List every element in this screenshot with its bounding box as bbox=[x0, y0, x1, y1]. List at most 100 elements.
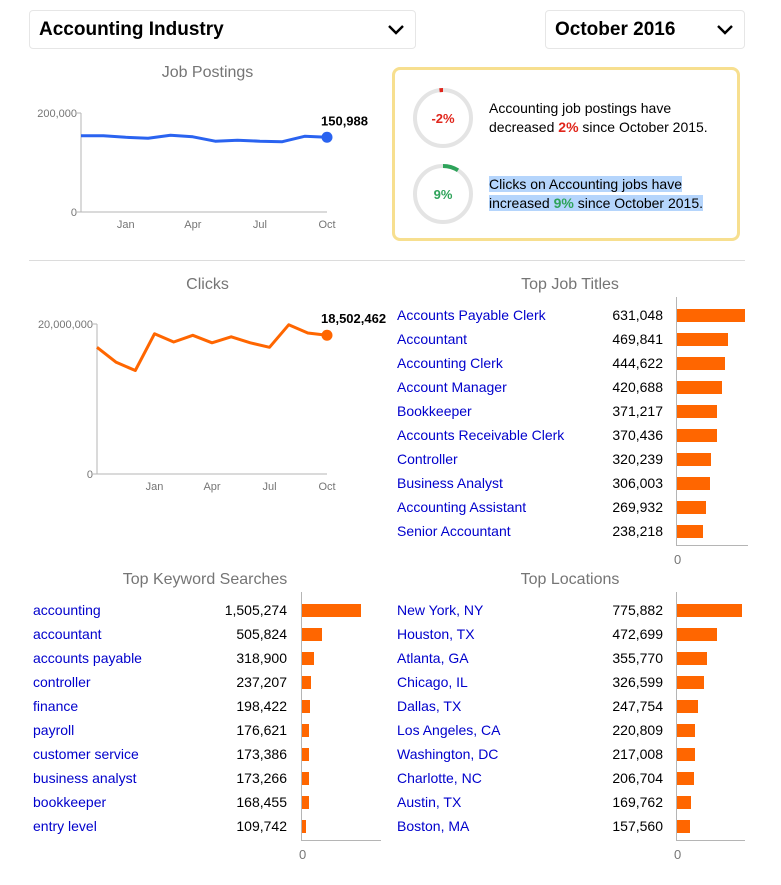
job-title-row-label-link[interactable]: Accounts Payable Clerk bbox=[397, 307, 546, 323]
postings-x-tick-label: Apr bbox=[184, 219, 201, 231]
keyword-row-label-link[interactable]: accountant bbox=[33, 626, 102, 642]
location-row-label-link[interactable]: Charlotte, NC bbox=[397, 770, 482, 786]
keyword-row-label-link[interactable]: business analyst bbox=[33, 770, 137, 786]
keyword-row-label-link[interactable]: entry level bbox=[33, 818, 97, 834]
location-row-label-link[interactable]: Dallas, TX bbox=[397, 698, 461, 714]
keyword-row-label-link[interactable]: payroll bbox=[33, 722, 74, 738]
job-title-row-label-link[interactable]: Accounting Clerk bbox=[397, 355, 503, 371]
keyword-row-label-link[interactable]: accounting bbox=[33, 602, 101, 618]
postings-last-value-label: 150,988 bbox=[321, 113, 368, 128]
keyword-bar bbox=[302, 796, 309, 809]
location-axis-vertical bbox=[676, 592, 677, 840]
clicks-y-tick-label: 20,000,000 bbox=[38, 319, 93, 331]
keyword-row-label-link[interactable]: accounts payable bbox=[33, 650, 142, 666]
location-row-label-link[interactable]: Atlanta, GA bbox=[397, 650, 469, 666]
top-locations-title: Top Locations bbox=[520, 571, 620, 588]
keyword-row-label-link[interactable]: finance bbox=[33, 698, 78, 714]
location-bar bbox=[677, 676, 705, 689]
job-title-row-value: 444,622 bbox=[612, 355, 663, 371]
postings-x-tick-label: Oct bbox=[318, 219, 335, 231]
job-title-row-label-link[interactable]: Accounts Receivable Clerk bbox=[397, 427, 564, 443]
postings-last-point-marker[interactable] bbox=[321, 131, 333, 143]
job-title-row-label-link[interactable]: Account Manager bbox=[397, 379, 507, 395]
top-job-titles-title: Top Job Titles bbox=[521, 276, 619, 293]
keyword-row: business analyst 173,266 bbox=[33, 766, 389, 790]
keyword-bar bbox=[302, 604, 361, 617]
keyword-row-value: 318,900 bbox=[236, 650, 287, 666]
job-postings-chart: 0 200,000 Jan Apr Jul Oct 150,988 bbox=[37, 108, 368, 231]
keyword-row-value: 173,266 bbox=[236, 770, 287, 786]
clicks-x-tick-label: Oct bbox=[318, 481, 335, 493]
location-row: Los Angeles, CA 220,809 bbox=[397, 718, 753, 742]
location-bar bbox=[677, 796, 692, 809]
keyword-bar bbox=[302, 628, 322, 641]
location-row-label-link[interactable]: Boston, MA bbox=[397, 818, 469, 834]
location-bar bbox=[677, 772, 695, 785]
job-title-row-value: 238,218 bbox=[612, 523, 663, 539]
clicks-summary-text: Clicks on Accounting jobs have increased… bbox=[489, 175, 739, 213]
clicks-change-gauge: 9% bbox=[412, 163, 474, 225]
postings-series-line bbox=[81, 133, 328, 144]
keyword-row: controller 237,207 bbox=[33, 670, 389, 694]
postings-x-tick-label: Jul bbox=[253, 219, 267, 231]
job-title-bar bbox=[677, 525, 703, 538]
job-title-bar bbox=[677, 453, 712, 466]
keyword-row-value: 109,742 bbox=[236, 818, 287, 834]
job-postings-title: Job Postings bbox=[161, 64, 254, 81]
job-title-row-label-link[interactable]: Senior Accountant bbox=[397, 523, 511, 539]
location-row-value: 247,754 bbox=[612, 698, 663, 714]
clicks-last-point-marker[interactable] bbox=[321, 329, 333, 341]
job-title-row-label-link[interactable]: Accounting Assistant bbox=[397, 499, 526, 515]
location-row-label-link[interactable]: New York, NY bbox=[397, 602, 483, 618]
location-row-value: 326,599 bbox=[612, 674, 663, 690]
job-title-row-label-link[interactable]: Accountant bbox=[397, 331, 467, 347]
job-title-row-value: 370,436 bbox=[612, 427, 663, 443]
keyword-row-label-link[interactable]: customer service bbox=[33, 746, 139, 762]
keyword-row: bookkeeper 168,455 bbox=[33, 790, 389, 814]
location-row-label-link[interactable]: Houston, TX bbox=[397, 626, 475, 642]
month-select[interactable]: October 2016 bbox=[545, 10, 745, 49]
location-row-label-link[interactable]: Chicago, IL bbox=[397, 674, 468, 690]
location-row-value: 169,762 bbox=[612, 794, 663, 810]
location-row-label-link[interactable]: Washington, DC bbox=[397, 746, 498, 762]
keyword-row-value: 1,505,274 bbox=[224, 602, 287, 618]
clicks-text-after: since October 2015. bbox=[573, 195, 704, 211]
keyword-bar bbox=[302, 820, 307, 833]
location-row-label-link[interactable]: Los Angeles, CA bbox=[397, 722, 501, 738]
job-title-bar bbox=[677, 357, 725, 370]
location-row: Austin, TX 169,762 bbox=[397, 790, 753, 814]
location-row-label-link[interactable]: Austin, TX bbox=[397, 794, 461, 810]
keyword-row-label-link[interactable]: controller bbox=[33, 674, 91, 690]
chevron-down-icon bbox=[388, 24, 404, 35]
job-title-row-label-link[interactable]: Bookkeeper bbox=[397, 403, 472, 419]
location-row: Washington, DC 217,008 bbox=[397, 742, 753, 766]
job-title-row-value: 631,048 bbox=[612, 307, 663, 323]
chevron-down-icon bbox=[717, 24, 733, 35]
location-row-value: 217,008 bbox=[612, 746, 663, 762]
postings-summary-text: Accounting job postings have decreased 2… bbox=[489, 99, 739, 137]
location-bar bbox=[677, 724, 696, 737]
job-title-row-label-link[interactable]: Business Analyst bbox=[397, 475, 503, 491]
job-title-axis-vertical bbox=[676, 297, 677, 545]
industry-select[interactable]: Accounting Industry bbox=[29, 10, 416, 49]
section-divider bbox=[29, 260, 745, 261]
job-title-bar bbox=[677, 309, 745, 322]
keyword-row: accountant 505,824 bbox=[33, 622, 389, 646]
keyword-row-value: 176,621 bbox=[236, 722, 287, 738]
keyword-row: customer service 173,386 bbox=[33, 742, 389, 766]
location-row-value: 472,699 bbox=[612, 626, 663, 642]
job-title-bar bbox=[677, 429, 717, 442]
keyword-row-label-link[interactable]: bookkeeper bbox=[33, 794, 106, 810]
keyword-row-value: 168,455 bbox=[236, 794, 287, 810]
job-title-row-label-link[interactable]: Controller bbox=[397, 451, 458, 467]
location-row-value: 355,770 bbox=[612, 650, 663, 666]
location-row-value: 220,809 bbox=[612, 722, 663, 738]
job-title-bar bbox=[677, 477, 710, 490]
keyword-row: payroll 176,621 bbox=[33, 718, 389, 742]
postings-gauge-label: -2% bbox=[431, 110, 455, 126]
location-bar bbox=[677, 748, 696, 761]
keyword-row: accounts payable 318,900 bbox=[33, 646, 389, 670]
keyword-bar bbox=[302, 772, 309, 785]
summary-box: -2% Accounting job postings have decreas… bbox=[392, 67, 740, 241]
location-row: Boston, MA 157,560 bbox=[397, 814, 753, 838]
